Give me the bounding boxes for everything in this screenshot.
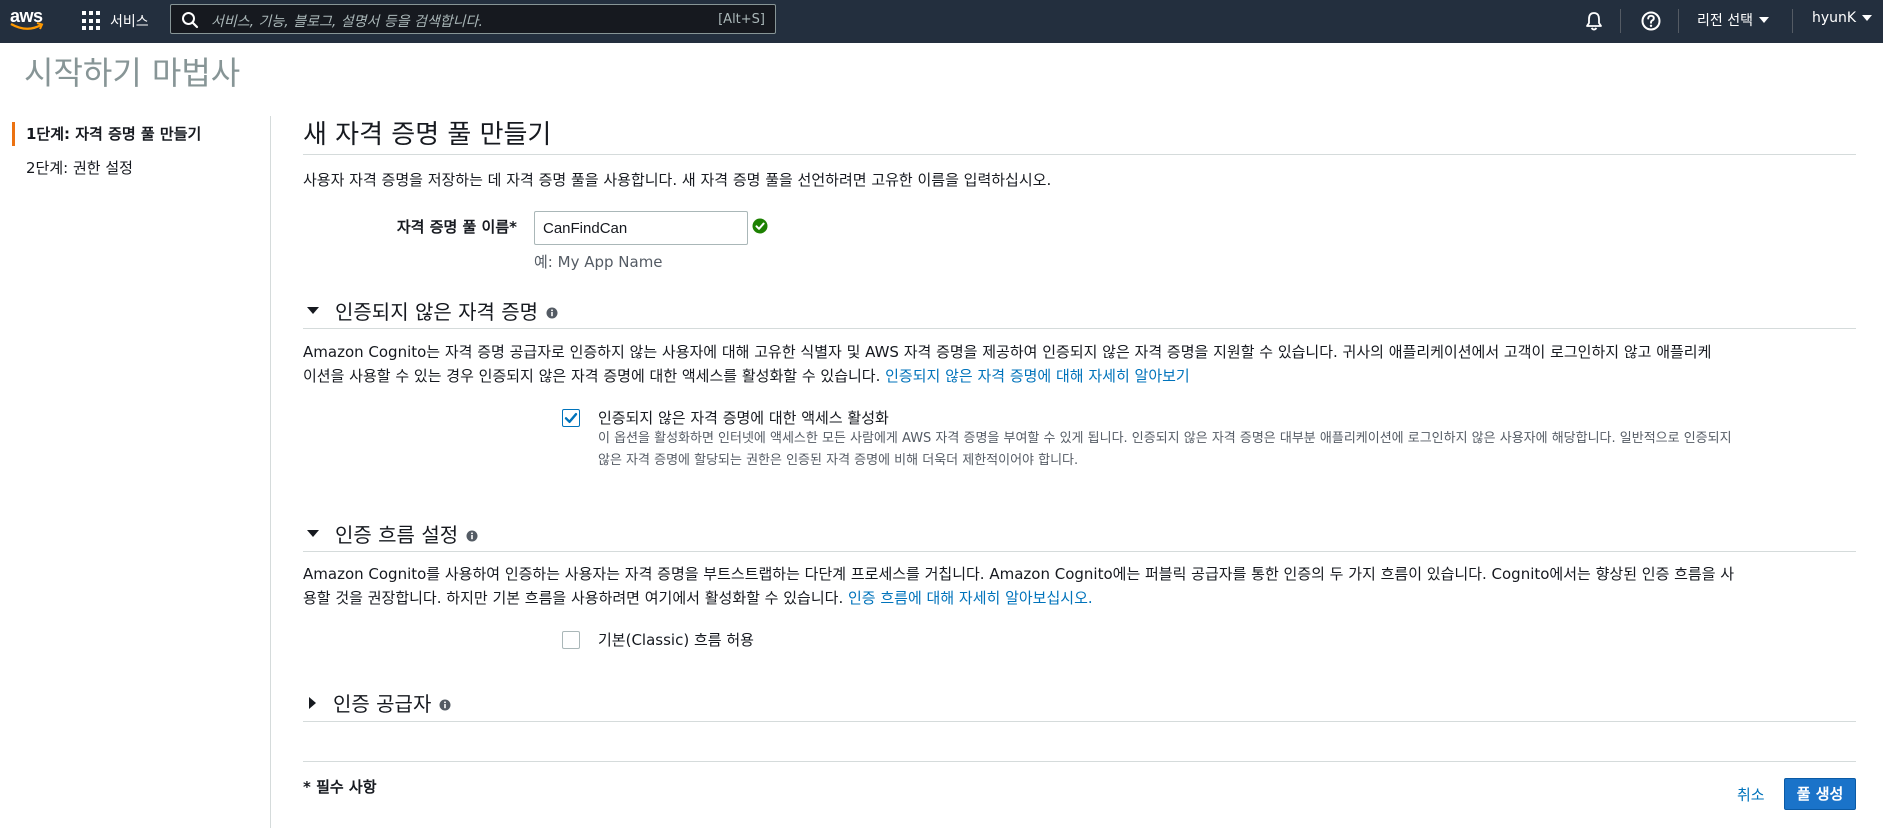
- enable-unauth-description-line: 이 옵션을 활성화하면 인터넷에 액세스한 모든 사람에게 AWS 자격 증명을…: [598, 431, 1732, 446]
- section-divider: [303, 551, 1856, 552]
- aws-logo[interactable]: aws: [10, 6, 46, 36]
- classic-flow-label[interactable]: 기본(Classic) 흐름 허용: [598, 629, 754, 650]
- check-circle-icon: [752, 218, 768, 234]
- wizard-step-1[interactable]: 1단계: 자격 증명 풀 만들기: [0, 118, 270, 152]
- pool-name-label: 자격 증명 풀 이름*: [396, 218, 517, 236]
- expand-down-icon: [307, 307, 319, 314]
- auth-flow-section-title: 인증 흐름 설정: [335, 523, 459, 547]
- intro-text: 사용자 자격 증명을 저장하는 데 자격 증명 풀을 사용합니다. 새 자격 증…: [303, 171, 1052, 189]
- required-note: * 필수 사항: [303, 778, 377, 796]
- auth-flow-description: Amazon Cognito를 사용하여 인증하는 사용자는 자격 증명을 부트…: [303, 562, 1734, 610]
- caret-down-icon: [1862, 15, 1873, 21]
- cancel-button[interactable]: 취소: [1737, 784, 1765, 805]
- unauth-section-title: 인증되지 않은 자격 증명: [335, 300, 539, 324]
- section-divider: [303, 328, 1856, 329]
- footer-divider: [303, 761, 1856, 762]
- nav-divider: [1678, 9, 1679, 33]
- nav-divider: [1620, 9, 1621, 33]
- auth-flow-learn-more-link[interactable]: 인증 흐름에 대해 자세히 알아보십시오.: [848, 589, 1093, 607]
- expand-right-icon: [309, 696, 316, 709]
- bell-icon[interactable]: [1583, 10, 1605, 32]
- expand-down-icon: [307, 530, 319, 537]
- auth-flow-section-toggle[interactable]: 인증 흐름 설정: [303, 519, 478, 548]
- enable-unauth-description: 이 옵션을 활성화하면 인터넷에 액세스한 모든 사람에게 AWS 자격 증명을…: [598, 428, 1856, 472]
- grid-icon: [82, 11, 102, 31]
- user-account-menu[interactable]: hyunK: [1812, 10, 1873, 26]
- info-icon[interactable]: [439, 699, 451, 711]
- auth-providers-section-title: 인증 공급자: [333, 692, 432, 716]
- unauth-section-toggle[interactable]: 인증되지 않은 자격 증명: [303, 296, 558, 325]
- section-title: 새 자격 증명 풀 만들기: [303, 120, 552, 150]
- create-pool-button[interactable]: 풀 생성: [1784, 778, 1856, 810]
- region-select-menu[interactable]: 리전 선택: [1697, 10, 1769, 30]
- title-divider: [303, 154, 1856, 155]
- info-icon[interactable]: [546, 307, 558, 319]
- search-placeholder: 서비스, 기능, 블로그, 설명서 등을 검색합니다.: [211, 14, 483, 30]
- enable-unauth-checkbox[interactable]: [562, 409, 580, 427]
- auth-flow-description-line: Amazon Cognito를 사용하여 인증하는 사용자는 자격 증명을 부트…: [303, 565, 1735, 583]
- search-icon: [182, 12, 199, 29]
- help-icon[interactable]: [1640, 10, 1662, 32]
- nav-divider: [1792, 9, 1793, 33]
- search-input[interactable]: 서비스, 기능, 블로그, 설명서 등을 검색합니다. [Alt+S]: [170, 4, 776, 34]
- unauth-description: Amazon Cognito는 자격 증명 공급자로 인증하지 않는 사용자에 …: [303, 340, 1711, 388]
- region-label: 리전 선택: [1697, 13, 1753, 29]
- enable-unauth-description-line-2: 않은 자격 증명에 할당되는 권한은 인증된 자격 증명에 비해 더욱더 제한적…: [598, 453, 1079, 468]
- wizard-step-2[interactable]: 2단계: 권한 설정: [0, 152, 270, 186]
- classic-flow-checkbox[interactable]: [562, 631, 580, 649]
- sidenav-divider: [270, 116, 271, 828]
- auth-flow-description-text: 용할 것을 권장합니다. 하지만 기본 흐름을 사용하려면 여기에서 활성화할 …: [303, 589, 848, 607]
- user-label: hyunK: [1812, 10, 1857, 26]
- info-icon[interactable]: [466, 530, 478, 542]
- enable-unauth-label[interactable]: 인증되지 않은 자격 증명에 대한 액세스 활성화: [598, 407, 889, 428]
- top-navigation: aws 서비스 서비스, 기능, 블로그, 설명서 등을 검색합니다. [Alt…: [0, 0, 1883, 43]
- aws-smile-icon: [10, 22, 44, 30]
- pool-name-input[interactable]: [534, 211, 748, 245]
- unauth-learn-more-link[interactable]: 인증되지 않은 자격 증명에 대해 자세히 알아보기: [885, 367, 1190, 385]
- section-divider: [303, 721, 1856, 722]
- checkmark-icon: [564, 413, 578, 423]
- unauth-description-text: 이션을 사용할 수 있는 경우 인증되지 않은 자격 증명에 대한 액세스를 활…: [303, 367, 886, 385]
- auth-providers-section-toggle[interactable]: 인증 공급자: [303, 688, 451, 717]
- page-title: 시작하기 마법사: [24, 54, 241, 92]
- auth-flow-description-line-2: 용할 것을 권장합니다. 하지만 기본 흐름을 사용하려면 여기에서 활성화할 …: [303, 586, 1734, 610]
- wizard-steps-nav: 1단계: 자격 증명 풀 만들기 2단계: 권한 설정: [0, 118, 270, 186]
- search-shortcut-hint: [Alt+S]: [718, 12, 765, 27]
- unauth-description-line: Amazon Cognito는 자격 증명 공급자로 인증하지 않는 사용자에 …: [303, 343, 1712, 361]
- services-label: 서비스: [110, 14, 149, 30]
- unauth-description-line-2: 이션을 사용할 수 있는 경우 인증되지 않은 자격 증명에 대한 액세스를 활…: [303, 364, 1711, 388]
- pool-name-hint: 예: My App Name: [534, 253, 663, 271]
- services-menu-button[interactable]: 서비스: [82, 8, 149, 34]
- caret-down-icon: [1758, 17, 1769, 23]
